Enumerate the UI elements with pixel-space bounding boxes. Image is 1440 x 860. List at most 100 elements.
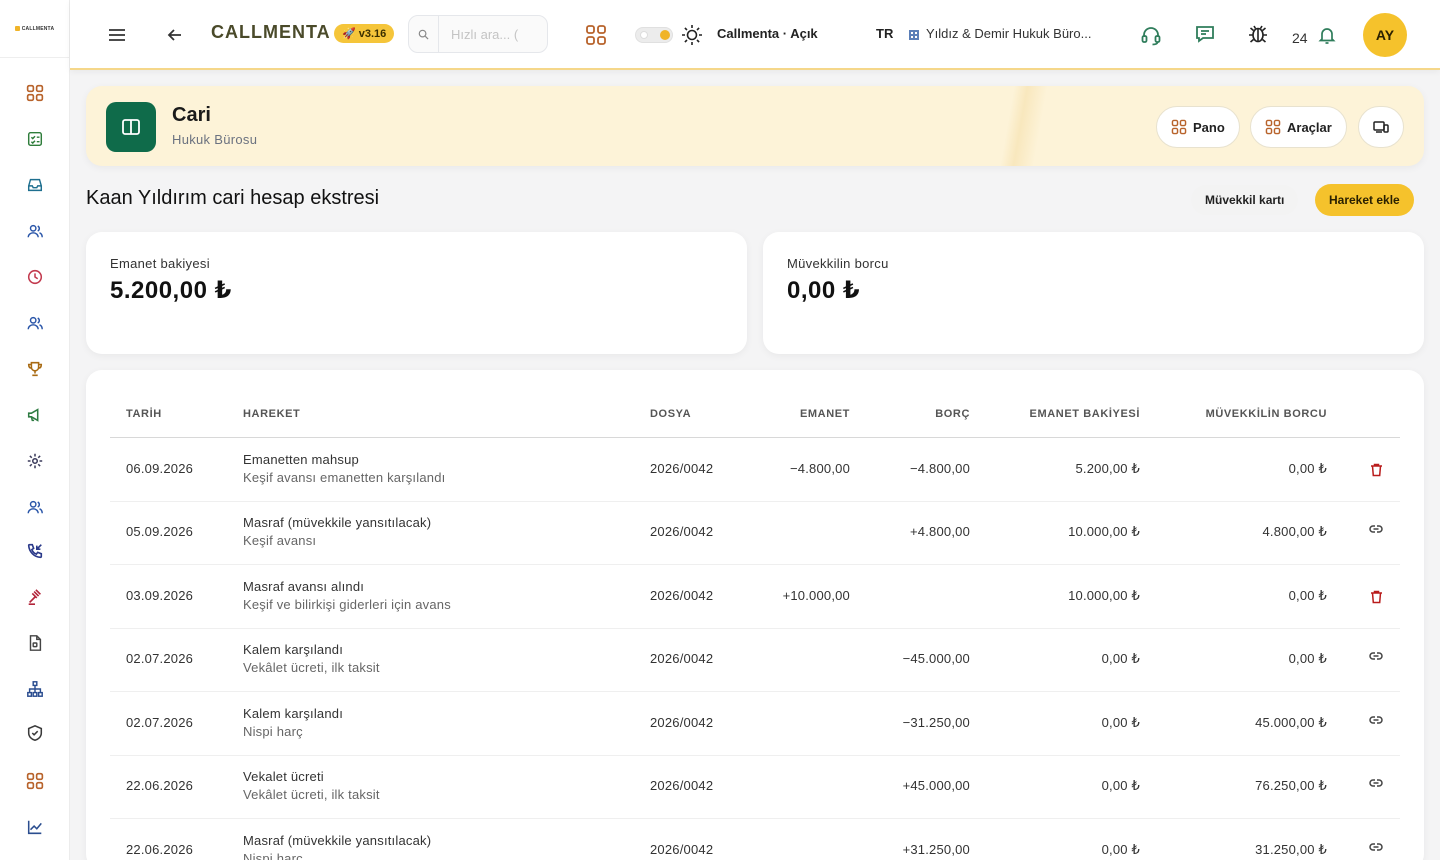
- araclar-button[interactable]: Araçlar: [1250, 106, 1347, 148]
- row-client-debt: 0,00 ₺: [1288, 651, 1327, 666]
- link-icon: [1369, 715, 1383, 725]
- search-box[interactable]: [408, 15, 548, 53]
- sidebar-item-inbox[interactable]: [23, 173, 47, 197]
- sun-icon[interactable]: [681, 24, 703, 46]
- sidebar-item-megaphone[interactable]: [23, 403, 47, 427]
- link-button[interactable]: [1368, 648, 1384, 664]
- language-selector[interactable]: TR: [876, 26, 893, 41]
- back-arrow-icon[interactable]: [166, 26, 184, 44]
- app-logo[interactable]: CALLMENTA: [0, 0, 69, 58]
- table-header: TARİH HAREKET DOSYA EMANET BORÇ EMANET B…: [110, 370, 1400, 438]
- organization-name: Yıldız & Demir Hukuk Büro...: [926, 26, 1092, 41]
- brand-name[interactable]: CALLMENTA: [211, 22, 331, 43]
- grid-icon: [1171, 119, 1187, 135]
- table-row[interactable]: 22.06.2026 Masraf (müvekkile yansıtılaca…: [110, 819, 1400, 860]
- table-row[interactable]: 02.07.2026 Kalem karşılandı Nispi harç 2…: [110, 692, 1400, 756]
- row-debt: +45.000,00: [902, 778, 970, 793]
- row-date: 05.09.2026: [126, 524, 194, 539]
- table-row[interactable]: 06.09.2026 Emanetten mahsup Keşif avansı…: [110, 438, 1400, 502]
- gavel-icon: [26, 588, 44, 606]
- row-title: Emanetten mahsup: [243, 452, 359, 467]
- sidebar-item-shield[interactable]: [23, 721, 47, 745]
- sidebar-item-users[interactable]: [23, 219, 47, 243]
- row-transaction: Emanetten mahsup Keşif avansı emanetten …: [243, 452, 445, 485]
- row-description: Vekâlet ücreti, ilk taksit: [243, 660, 380, 675]
- sidebar-item-checklist[interactable]: [23, 127, 47, 151]
- row-file[interactable]: 2026/0042: [650, 461, 713, 476]
- sidebar-item-document[interactable]: [23, 631, 47, 655]
- link-button[interactable]: [1368, 521, 1384, 537]
- clock-icon: [26, 268, 44, 286]
- chart-icon: [26, 818, 44, 836]
- bell-icon[interactable]: [1317, 25, 1337, 45]
- row-file[interactable]: 2026/0042: [650, 588, 713, 603]
- search-input[interactable]: [439, 26, 539, 42]
- row-file[interactable]: 2026/0042: [650, 715, 713, 730]
- row-file[interactable]: 2026/0042: [650, 651, 713, 666]
- row-client-debt: 4.800,00 ₺: [1262, 524, 1327, 539]
- col-date[interactable]: TARİH: [126, 408, 162, 420]
- sidebar-item-trophy[interactable]: [23, 357, 47, 381]
- table-row[interactable]: 22.06.2026 Vekalet ücreti Vekâlet ücreti…: [110, 755, 1400, 819]
- link-button[interactable]: [1368, 712, 1384, 728]
- client-card-button[interactable]: Müvekkil kartı: [1191, 185, 1299, 215]
- trash-icon: [1370, 590, 1383, 604]
- sidebar-item-hierarchy[interactable]: [23, 677, 47, 701]
- row-date: 06.09.2026: [126, 461, 194, 476]
- col-client-debt[interactable]: MÜVEKKİLİN BORCU: [1206, 408, 1327, 420]
- sidebar-item-users[interactable]: [23, 311, 47, 335]
- row-file[interactable]: 2026/0042: [650, 524, 713, 539]
- client-debt-value: 0,00 ₺: [787, 277, 861, 304]
- page-title: Kaan Yıldırım cari hesap ekstresi: [86, 187, 380, 209]
- pano-label: Pano: [1193, 119, 1225, 135]
- col-trust[interactable]: EMANET: [800, 408, 850, 420]
- sidebar-item-phone[interactable]: [23, 539, 47, 563]
- theme-toggle[interactable]: [635, 27, 673, 43]
- row-trust-balance: 5.200,00 ₺: [1075, 461, 1140, 476]
- row-date: 22.06.2026: [126, 842, 194, 857]
- client-debt-card: Müvekkilin borcu 0,00 ₺: [763, 232, 1424, 354]
- checklist-icon: [26, 130, 44, 148]
- row-file[interactable]: 2026/0042: [650, 778, 713, 793]
- col-debt[interactable]: BORÇ: [935, 408, 970, 420]
- row-transaction: Masraf avansı alındı Keşif ve bilirkişi …: [243, 579, 451, 612]
- row-description: Nispi harç: [243, 851, 303, 860]
- row-trust: −4.800,00: [790, 461, 850, 476]
- sidebar-item-users[interactable]: [23, 495, 47, 519]
- link-button[interactable]: [1368, 839, 1384, 855]
- table-row[interactable]: 03.09.2026 Masraf avansı alındı Keşif ve…: [110, 565, 1400, 629]
- menu-icon[interactable]: [107, 25, 127, 45]
- chat-icon[interactable]: [1194, 23, 1216, 45]
- module-header: Cari Hukuk Bürosu Pano Araçlar: [86, 86, 1424, 166]
- row-file[interactable]: 2026/0042: [650, 842, 713, 857]
- col-transaction[interactable]: HAREKET: [243, 408, 300, 420]
- col-trust-balance[interactable]: EMANET BAKİYESİ: [1030, 408, 1140, 420]
- row-debt: −45.000,00: [902, 651, 970, 666]
- sidebar-item-grid[interactable]: [23, 81, 47, 105]
- apps-grid-icon[interactable]: [585, 24, 607, 46]
- theme-label: Callmenta · Açık: [717, 26, 818, 41]
- bug-icon[interactable]: [1247, 23, 1269, 45]
- organization-selector[interactable]: Yıldız & Demir Hukuk Büro...: [908, 26, 1091, 41]
- col-file[interactable]: DOSYA: [650, 408, 691, 420]
- users-icon: [26, 314, 44, 332]
- table-row[interactable]: 05.09.2026 Masraf (müvekkile yansıtılaca…: [110, 501, 1400, 565]
- trust-balance-card: Emanet bakiyesi 5.200,00 ₺: [86, 232, 747, 354]
- delete-button[interactable]: [1368, 589, 1384, 605]
- user-avatar[interactable]: AY: [1363, 13, 1407, 57]
- link-button[interactable]: [1368, 775, 1384, 791]
- sidebar-item-clock[interactable]: [23, 265, 47, 289]
- sidebar-item-gavel[interactable]: [23, 585, 47, 609]
- sidebar-item-chart[interactable]: [23, 815, 47, 839]
- row-date: 22.06.2026: [126, 778, 194, 793]
- pano-button[interactable]: Pano: [1156, 106, 1240, 148]
- headset-icon[interactable]: [1140, 24, 1162, 46]
- table-row[interactable]: 02.07.2026 Kalem karşılandı Vekâlet ücre…: [110, 628, 1400, 692]
- sidebar-item-gear[interactable]: [23, 449, 47, 473]
- sidebar-item-grid[interactable]: [23, 769, 47, 793]
- add-transaction-button[interactable]: Hareket ekle: [1315, 184, 1414, 216]
- row-transaction: Vekalet ücreti Vekâlet ücreti, ilk taksi…: [243, 769, 380, 802]
- devices-button[interactable]: [1358, 106, 1404, 148]
- delete-button[interactable]: [1368, 462, 1384, 478]
- row-description: Keşif avansı: [243, 533, 317, 548]
